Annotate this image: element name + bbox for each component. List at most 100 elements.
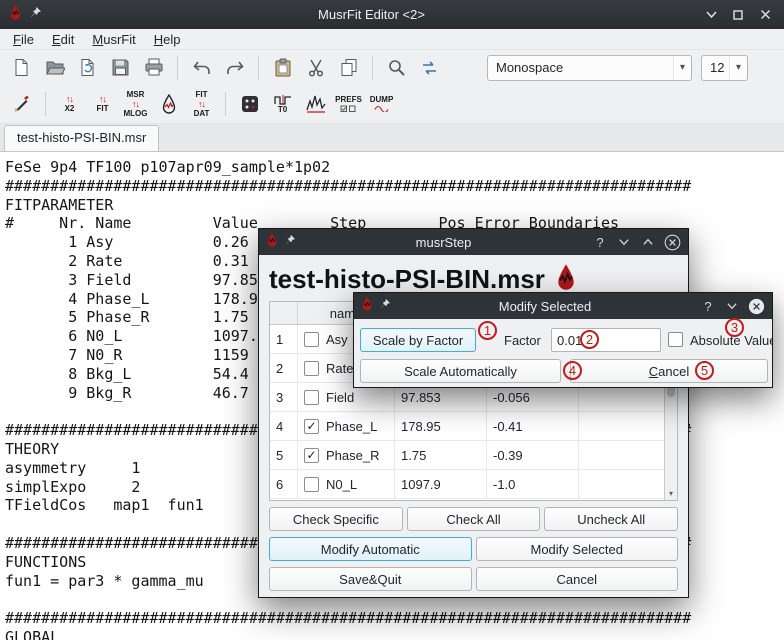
maximize-icon[interactable] bbox=[728, 5, 748, 25]
row-name-cell[interactable]: N0_L bbox=[298, 470, 395, 498]
param-name: Phase_L bbox=[326, 419, 377, 434]
font-family-select[interactable]: Monospace ▾ bbox=[487, 55, 692, 81]
fit-icon[interactable]: ↑↓ FIT bbox=[87, 90, 118, 119]
row-number: 2 bbox=[270, 354, 298, 382]
pin-icon[interactable] bbox=[379, 297, 391, 315]
print-icon[interactable] bbox=[138, 53, 169, 82]
annotation-circle-4: 4 bbox=[563, 361, 582, 380]
musrfit-logo-icon bbox=[555, 263, 577, 295]
musrdump-icon[interactable]: DUMP bbox=[366, 90, 397, 119]
menu-musrfit[interactable]: MusrFit bbox=[83, 31, 144, 48]
row-checkbox[interactable] bbox=[304, 477, 319, 492]
musrfit-editor-window: MusrFit Editor <2> File Edit MusrFit Hel… bbox=[0, 0, 784, 640]
table-row[interactable]: 4 ✓ Phase_L 178.95 -0.41 bbox=[270, 412, 664, 441]
save-icon[interactable] bbox=[105, 53, 136, 82]
open-file-icon[interactable] bbox=[39, 53, 70, 82]
chevron-down-icon: ▾ bbox=[673, 56, 691, 80]
close-icon[interactable] bbox=[663, 233, 681, 251]
modify-titlebar[interactable]: Modify Selected ? bbox=[354, 293, 772, 319]
musrview-icon[interactable] bbox=[153, 90, 184, 119]
minimize-icon[interactable] bbox=[701, 5, 721, 25]
musrfit-drop-icon bbox=[361, 296, 373, 316]
row-name-cell[interactable]: ✓ Phase_R bbox=[298, 441, 395, 469]
tab-msr-file[interactable]: test-histo-PSI-BIN.msr bbox=[4, 125, 159, 151]
row-checkbox[interactable] bbox=[304, 361, 319, 376]
calc-chisq-icon[interactable]: ↑↓ X2 bbox=[54, 90, 85, 119]
annotation-circle-1: 1 bbox=[478, 321, 497, 340]
menu-edit[interactable]: Edit bbox=[43, 31, 83, 48]
undo-icon[interactable] bbox=[186, 53, 217, 82]
toolbar-separator bbox=[177, 56, 178, 80]
param-step: -1.0 bbox=[487, 470, 579, 498]
msr-filename-heading: test-histo-PSI-BIN.msr bbox=[269, 264, 545, 295]
row-name-cell[interactable]: ✓ Phase_L bbox=[298, 412, 395, 440]
check-icon: ✓ bbox=[306, 449, 316, 461]
musrwiz-icon[interactable] bbox=[6, 90, 37, 119]
minimize-icon[interactable] bbox=[615, 233, 633, 251]
menu-help[interactable]: Help bbox=[145, 31, 190, 48]
table-row[interactable]: 5 ✓ Phase_R 1.75 -0.39 bbox=[270, 441, 664, 470]
fit-dat-icon[interactable]: FIT ↑↓ DAT bbox=[186, 90, 217, 119]
modify-dialog-title: Modify Selected bbox=[397, 299, 693, 314]
msr-mlog-swap-icon[interactable]: MSR ↑↓ MLOG bbox=[120, 90, 151, 119]
maximize-icon[interactable] bbox=[639, 233, 657, 251]
copy-icon[interactable] bbox=[333, 53, 364, 82]
font-size-select[interactable]: 12 ▾ bbox=[701, 55, 748, 81]
close-icon[interactable] bbox=[747, 297, 765, 315]
menu-file[interactable]: File bbox=[4, 31, 43, 48]
param-name: Asy bbox=[326, 332, 348, 347]
editor-line: FeSe 9p4 TF100 p107apr09_sample*1p02 bbox=[5, 158, 784, 177]
musrt0-icon[interactable]: T0 bbox=[267, 90, 298, 119]
red-arrows-icon: ↑↓ bbox=[66, 95, 73, 104]
row-checkbox[interactable]: ✓ bbox=[304, 448, 319, 463]
cancel-button[interactable]: Cancel bbox=[570, 359, 768, 383]
cancel-button[interactable]: Cancel bbox=[476, 567, 679, 591]
window-titlebar[interactable]: MusrFit Editor <2> bbox=[0, 0, 784, 29]
main-toolbar: Monospace ▾ 12 ▾ bbox=[0, 50, 784, 85]
minimize-icon[interactable] bbox=[723, 297, 741, 315]
scroll-down-icon[interactable]: ▾ bbox=[665, 487, 677, 500]
musrprefs-icon[interactable]: PREFS bbox=[333, 90, 364, 119]
uncheck-all-button[interactable]: Uncheck All bbox=[544, 507, 678, 531]
open-recent-icon[interactable] bbox=[72, 53, 103, 82]
cut-icon[interactable] bbox=[300, 53, 331, 82]
musrstep-titlebar[interactable]: musrStep ? bbox=[259, 229, 688, 255]
row-number: 6 bbox=[270, 470, 298, 498]
paste-icon[interactable] bbox=[267, 53, 298, 82]
scale-automatically-button[interactable]: Scale Automatically bbox=[360, 359, 561, 383]
help-icon[interactable]: ? bbox=[591, 233, 609, 251]
scale-by-factor-button[interactable]: Scale by Factor bbox=[360, 328, 476, 352]
row-number: 4 bbox=[270, 412, 298, 440]
musrft-icon[interactable] bbox=[300, 90, 331, 119]
row-checkbox[interactable] bbox=[304, 332, 319, 347]
param-value: 1097.9 bbox=[395, 470, 487, 498]
help-icon[interactable]: ? bbox=[699, 297, 717, 315]
param-value: 1.75 bbox=[395, 441, 487, 469]
pin-icon[interactable] bbox=[284, 233, 296, 251]
modify-automatic-button[interactable]: Modify Automatic bbox=[269, 537, 472, 561]
msr2data-icon[interactable] bbox=[234, 90, 265, 119]
absolute-value-checkbox[interactable] bbox=[668, 332, 683, 347]
tab-label: test-histo-PSI-BIN.msr bbox=[17, 130, 146, 145]
red-arrows-icon: ↑↓ bbox=[132, 100, 139, 109]
close-icon[interactable] bbox=[755, 5, 775, 25]
new-file-icon[interactable] bbox=[6, 53, 37, 82]
red-arrows-icon: ↑↓ bbox=[198, 100, 205, 109]
check-all-button[interactable]: Check All bbox=[407, 507, 541, 531]
row-checkbox[interactable]: ✓ bbox=[304, 419, 319, 434]
pin-icon[interactable] bbox=[29, 6, 42, 24]
musrfit-drop-icon bbox=[266, 232, 278, 252]
save-quit-button[interactable]: Save&Quit bbox=[269, 567, 472, 591]
find-icon[interactable] bbox=[381, 53, 412, 82]
redo-icon[interactable] bbox=[219, 53, 250, 82]
factor-input[interactable] bbox=[551, 328, 661, 352]
chevron-down-icon: ▾ bbox=[729, 56, 747, 80]
red-arrows-icon: ↑↓ bbox=[99, 95, 106, 104]
row-checkbox[interactable] bbox=[304, 390, 319, 405]
annotation-circle-5: 5 bbox=[695, 361, 714, 380]
modify-selected-button[interactable]: Modify Selected bbox=[476, 537, 679, 561]
find-next-icon[interactable] bbox=[414, 53, 445, 82]
check-specific-button[interactable]: Check Specific bbox=[269, 507, 403, 531]
table-row[interactable]: 6 N0_L 1097.9 -1.0 bbox=[270, 470, 664, 499]
param-step: -0.39 bbox=[487, 441, 579, 469]
